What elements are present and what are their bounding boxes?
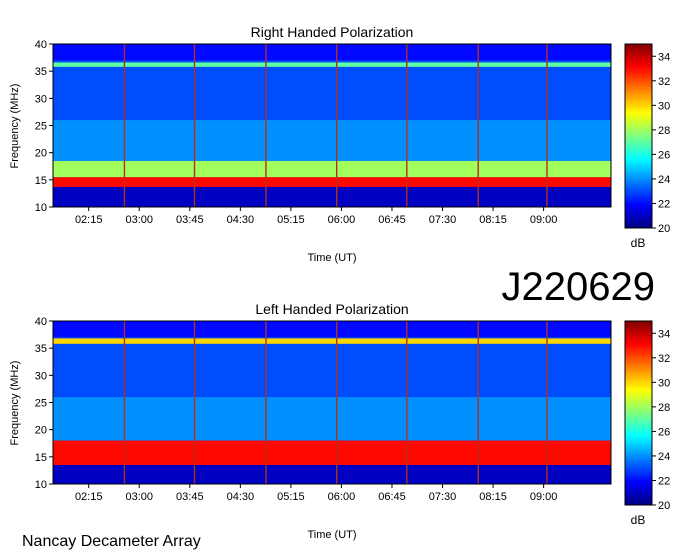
- colorbar-tick-label: 20: [658, 500, 670, 512]
- left-colorbar-unit: dB: [631, 513, 646, 527]
- right-y-ticks: 10 15 20 25 30 35 40: [35, 39, 53, 214]
- y-tick-label: 40: [35, 316, 47, 328]
- intensity-band: [53, 177, 611, 187]
- x-tick-label: 03:00: [125, 214, 153, 226]
- left-polarization-panel: Left Handed Polarization 02:15 03:00 03:45…: [9, 301, 670, 541]
- y-tick-label: 25: [35, 121, 47, 133]
- x-tick-label: 03:45: [176, 491, 204, 503]
- x-tick-label: 06:00: [328, 491, 356, 503]
- left-panel-title: Left Handed Polarization: [255, 301, 408, 317]
- colorbar-tick-label: 32: [658, 353, 670, 365]
- y-tick-label: 10: [35, 202, 47, 214]
- figure-canvas: Right Handed Polarization 02:15 03:00 03:4…: [9, 24, 670, 550]
- colorbar-tick-label: 30: [658, 377, 670, 389]
- x-tick-label: 06:00: [328, 214, 356, 226]
- colorbar-tick-label: 34: [658, 51, 670, 63]
- left-x-ticks: 02:15 03:00 03:45 04:30 05:15 06:00 06:45 07:30…: [75, 484, 557, 503]
- x-tick-label: 06:45: [378, 214, 406, 226]
- colorbar-tick-label: 26: [658, 149, 670, 161]
- colorbar-tick-label: 20: [658, 223, 670, 235]
- left-y-ticks: 10 15 20 25 30 35 40: [35, 316, 53, 491]
- intensity-band: [53, 62, 611, 67]
- x-tick-label: 07:30: [429, 491, 457, 503]
- right-x-axis-label: Time (UT): [307, 252, 356, 264]
- y-tick-label: 20: [35, 425, 47, 437]
- intensity-band: [53, 160, 611, 178]
- y-tick-label: 20: [35, 148, 47, 160]
- x-tick-label: 02:15: [75, 214, 103, 226]
- intensity-band: [53, 440, 611, 465]
- x-tick-label: 04:30: [227, 491, 255, 503]
- y-tick-label: 40: [35, 39, 47, 51]
- y-tick-label: 10: [35, 479, 47, 491]
- intensity-band: [53, 120, 611, 161]
- x-tick-label: 02:15: [75, 491, 103, 503]
- right-colorbar: 20 22 24 26 28 30 32 34 dB: [624, 43, 670, 250]
- intensity-band: [53, 348, 611, 398]
- x-tick-label: 08:15: [479, 214, 507, 226]
- y-tick-label: 25: [35, 398, 47, 410]
- x-tick-label: 03:00: [125, 491, 153, 503]
- x-tick-label: 03:45: [176, 214, 204, 226]
- colorbar-tick-label: 24: [658, 451, 670, 463]
- right-polarization-panel: Right Handed Polarization 02:15 03:00 03:4…: [9, 24, 670, 264]
- colorbar-tick-label: 22: [658, 475, 670, 487]
- right-colorbar-ticks: 20 22 24 26 28 30 32 34: [652, 51, 670, 235]
- colorbar-tick-label: 32: [658, 76, 670, 88]
- x-tick-label: 05:15: [277, 491, 305, 503]
- colorbar-tick-label: 26: [658, 426, 670, 438]
- y-tick-label: 35: [35, 343, 47, 355]
- y-tick-label: 35: [35, 66, 47, 78]
- colorbar-tick-label: 24: [658, 174, 670, 186]
- x-tick-label: 08:15: [479, 491, 507, 503]
- x-tick-label: 07:30: [429, 214, 457, 226]
- observation-id: J220629: [502, 265, 655, 309]
- intensity-band: [53, 186, 611, 207]
- colorbar-tick-label: 22: [658, 198, 670, 210]
- colorbar-tick-label: 28: [658, 402, 670, 414]
- intensity-band: [53, 321, 611, 338]
- x-tick-label: 05:15: [277, 214, 305, 226]
- intensity-band: [53, 397, 611, 441]
- x-tick-label: 09:00: [530, 214, 558, 226]
- right-colorbar-unit: dB: [631, 236, 646, 250]
- observatory-name: Nancay Decameter Array: [22, 533, 201, 550]
- intensity-band: [53, 338, 611, 344]
- left-colorbar: 20 22 24 26 28 30 32 34 dB: [624, 320, 670, 527]
- right-x-ticks: 02:15 03:00 03:45 04:30 05:15 06:00 06:45 07:30…: [75, 207, 557, 226]
- x-tick-label: 09:00: [530, 491, 558, 503]
- right-colorbar-bar: [624, 43, 653, 229]
- intensity-band: [53, 464, 611, 484]
- y-tick-label: 15: [35, 175, 47, 187]
- left-x-axis-label: Time (UT): [307, 529, 356, 541]
- left-spectrogram: [53, 321, 611, 484]
- colorbar-tick-label: 34: [658, 328, 670, 340]
- colorbar-tick-label: 28: [658, 125, 670, 137]
- intensity-band: [53, 71, 611, 121]
- y-tick-label: 30: [35, 370, 47, 382]
- x-tick-label: 06:45: [378, 491, 406, 503]
- y-tick-label: 30: [35, 93, 47, 105]
- y-tick-label: 15: [35, 452, 47, 464]
- x-tick-label: 04:30: [227, 214, 255, 226]
- left-colorbar-bar: [624, 320, 653, 506]
- right-panel-title: Right Handed Polarization: [251, 24, 414, 40]
- intensity-band: [53, 44, 611, 61]
- right-spectrogram: [53, 44, 611, 207]
- right-y-axis-label: Frequency (MHz): [9, 84, 21, 169]
- colorbar-tick-label: 30: [658, 100, 670, 112]
- left-colorbar-ticks: 20 22 24 26 28 30 32 34: [652, 328, 670, 512]
- left-y-axis-label: Frequency (MHz): [9, 361, 21, 446]
